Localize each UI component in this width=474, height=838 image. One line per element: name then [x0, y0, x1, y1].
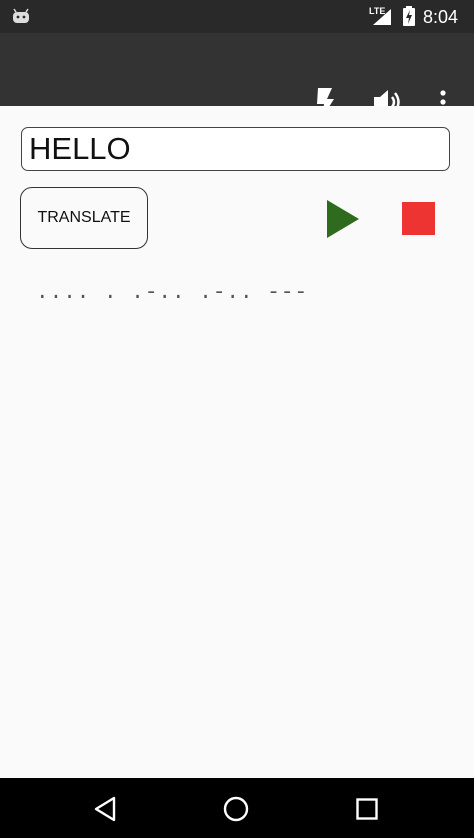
- android-icon: [13, 8, 29, 23]
- home-icon[interactable]: [223, 796, 249, 822]
- stop-icon[interactable]: [402, 202, 435, 235]
- status-bar: LTE 8:04: [0, 0, 474, 33]
- recents-icon[interactable]: [356, 798, 378, 820]
- signal-icon: [373, 9, 391, 25]
- back-icon[interactable]: [94, 796, 116, 822]
- morse-output: .... . .-.. .-.. ---: [36, 282, 309, 305]
- app-bar: [0, 33, 474, 118]
- text-input[interactable]: [21, 127, 450, 171]
- translate-button-label: TRANSLATE: [37, 209, 131, 226]
- battery-charging-icon: [403, 6, 415, 26]
- clock: 8:04: [423, 7, 459, 27]
- translate-button[interactable]: TRANSLATE: [20, 187, 148, 249]
- play-icon[interactable]: [327, 200, 359, 238]
